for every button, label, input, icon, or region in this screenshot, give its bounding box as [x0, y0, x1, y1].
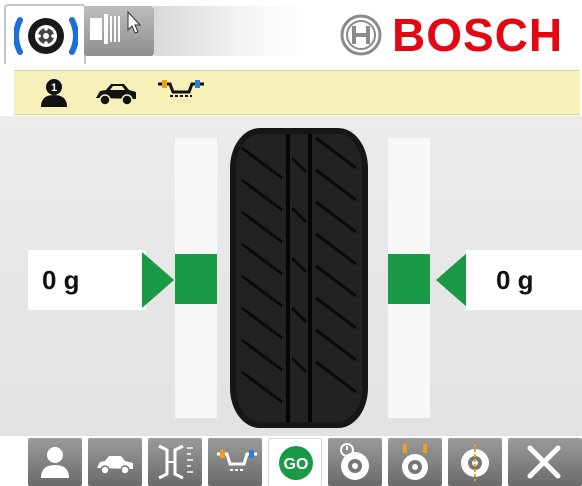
wheel-weights-icon — [402, 444, 428, 480]
gauge-cursor-icon — [90, 10, 142, 44]
rim-dimensions-button[interactable] — [148, 438, 202, 486]
car-icon — [97, 456, 133, 475]
brand-name: BOSCH — [392, 9, 564, 61]
tab-strip-fade — [154, 6, 304, 56]
top-bar: BOSCH — [0, 0, 582, 66]
right-position-arrow — [436, 252, 468, 308]
status-bar: 1 — [14, 70, 580, 115]
bosch-armature-logo — [340, 14, 382, 56]
rim-clamp-icon[interactable] — [156, 78, 206, 108]
tire-tread-graphic — [230, 128, 368, 428]
left-imbalance-value: 0 g — [28, 250, 146, 310]
close-icon — [527, 445, 561, 479]
right-imbalance-value: 0 g — [466, 250, 582, 310]
tire-wheel-icon — [14, 17, 78, 55]
optimization-button[interactable] — [328, 438, 382, 486]
clamp-weights-icon — [217, 450, 257, 471]
wheel-center-icon — [461, 444, 489, 481]
vehicle-car-icon[interactable] — [94, 78, 138, 108]
weight-placement-button[interactable] — [388, 438, 442, 486]
go-button[interactable]: GO — [268, 438, 322, 486]
operator-button[interactable] — [28, 438, 82, 486]
rim-dimensions-icon — [158, 444, 193, 480]
person-icon — [41, 447, 69, 478]
svg-text:1: 1 — [51, 82, 57, 94]
centering-button[interactable] — [448, 438, 502, 486]
left-position-arrow — [142, 252, 174, 308]
go-label: GO — [284, 456, 309, 473]
go-icon: GO — [279, 446, 313, 480]
bottom-toolbar: GO — [0, 436, 582, 486]
operator-1-icon[interactable]: 1 — [38, 78, 70, 108]
right-position-marker — [388, 254, 430, 304]
left-position-marker — [175, 254, 217, 304]
balancing-mode-button[interactable] — [208, 438, 262, 486]
wheel-stopwatch-icon — [340, 443, 369, 480]
tab-measurement[interactable] — [84, 6, 154, 56]
tab-balancing[interactable] — [4, 4, 86, 64]
close-button[interactable] — [508, 438, 582, 486]
balancing-display: 0 g 0 g — [0, 116, 582, 436]
vehicle-button[interactable] — [88, 438, 142, 486]
